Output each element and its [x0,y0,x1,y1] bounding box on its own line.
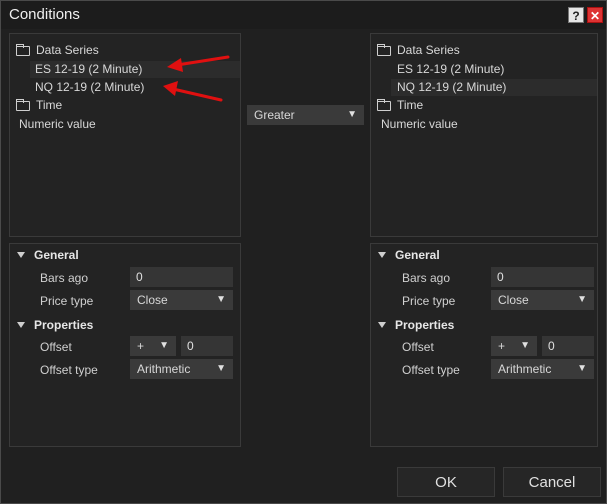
folder-icon [377,99,391,111]
price-type-value: Close [137,293,168,307]
tree-item-es[interactable]: ES 12-19 (2 Minute) [397,62,504,76]
chevron-down-icon: ▼ [216,294,226,305]
offset-type-label: Offset type [40,363,98,377]
bars-ago-input[interactable]: 0 [130,267,233,287]
conditions-dialog: Conditions ? ✕ Data Series ES 12-19 (2 M… [0,0,607,504]
collapse-icon[interactable] [378,322,386,328]
left-properties-panel: General Bars ago 0 Price type Close ▼ Pr… [9,243,241,447]
left-series-tree: Data Series ES 12-19 (2 Minute) NQ 12-19… [9,33,241,237]
offset-sign-select[interactable]: + ▼ [491,336,537,356]
bars-ago-label: Bars ago [40,271,89,285]
bars-ago-label: Bars ago [402,271,451,285]
bars-ago-input[interactable]: 0 [491,267,594,287]
price-type-select[interactable]: Close ▼ [491,290,594,310]
folder-icon [16,99,30,111]
chevron-down-icon: ▼ [347,109,357,120]
dialog-title: Conditions [9,6,80,23]
collapse-icon[interactable] [17,322,25,328]
folder-icon [377,44,391,56]
chevron-down-icon: ▼ [216,363,226,374]
tree-item-nq[interactable]: NQ 12-19 (2 Minute) [391,79,597,96]
offset-label: Offset [402,340,434,354]
right-properties-panel: General Bars ago 0 Price type Close ▼ Pr… [370,243,598,447]
offset-type-select[interactable]: Arithmetic ▼ [130,359,233,379]
section-general[interactable]: General [395,248,440,262]
section-properties[interactable]: Properties [34,318,93,332]
price-type-select[interactable]: Close ▼ [130,290,233,310]
tree-group-data-series[interactable]: Data Series [36,43,99,57]
price-type-value: Close [498,293,529,307]
offset-input[interactable]: 0 [181,336,233,356]
tree-group-data-series[interactable]: Data Series [397,43,460,57]
cancel-button[interactable]: Cancel [503,467,601,497]
close-button[interactable]: ✕ [587,7,603,23]
folder-icon [16,44,30,56]
offset-type-value: Arithmetic [137,362,191,376]
operator-select[interactable]: Greater ▼ [247,105,364,125]
operator-value: Greater [254,108,295,122]
tree-item-time[interactable]: Time [36,98,62,112]
price-type-label: Price type [40,294,94,308]
offset-sign-value: + [498,339,506,353]
offset-sign-select[interactable]: + ▼ [130,336,176,356]
tree-item-time[interactable]: Time [397,98,423,112]
tree-item-numeric-value[interactable]: Numeric value [19,117,96,131]
tree-item-nq[interactable]: NQ 12-19 (2 Minute) [35,80,144,94]
offset-type-label: Offset type [402,363,460,377]
offset-input[interactable]: 0 [542,336,594,356]
collapse-icon[interactable] [378,252,386,258]
tree-item-es[interactable]: ES 12-19 (2 Minute) [30,61,240,78]
price-type-label: Price type [402,294,456,308]
help-button[interactable]: ? [568,7,584,23]
offset-label: Offset [40,340,72,354]
offset-sign-value: + [137,339,145,353]
collapse-icon[interactable] [17,252,25,258]
offset-type-select[interactable]: Arithmetic ▼ [491,359,594,379]
chevron-down-icon: ▼ [577,363,587,374]
ok-button[interactable]: OK [397,467,495,497]
section-general[interactable]: General [34,248,79,262]
chevron-down-icon: ▼ [520,340,530,351]
chevron-down-icon: ▼ [159,340,169,351]
section-properties[interactable]: Properties [395,318,454,332]
chevron-down-icon: ▼ [577,294,587,305]
offset-type-value: Arithmetic [498,362,552,376]
right-series-tree: Data Series ES 12-19 (2 Minute) NQ 12-19… [370,33,598,237]
title-bar[interactable]: Conditions ? ✕ [1,1,606,29]
tree-item-numeric-value[interactable]: Numeric value [381,117,458,131]
